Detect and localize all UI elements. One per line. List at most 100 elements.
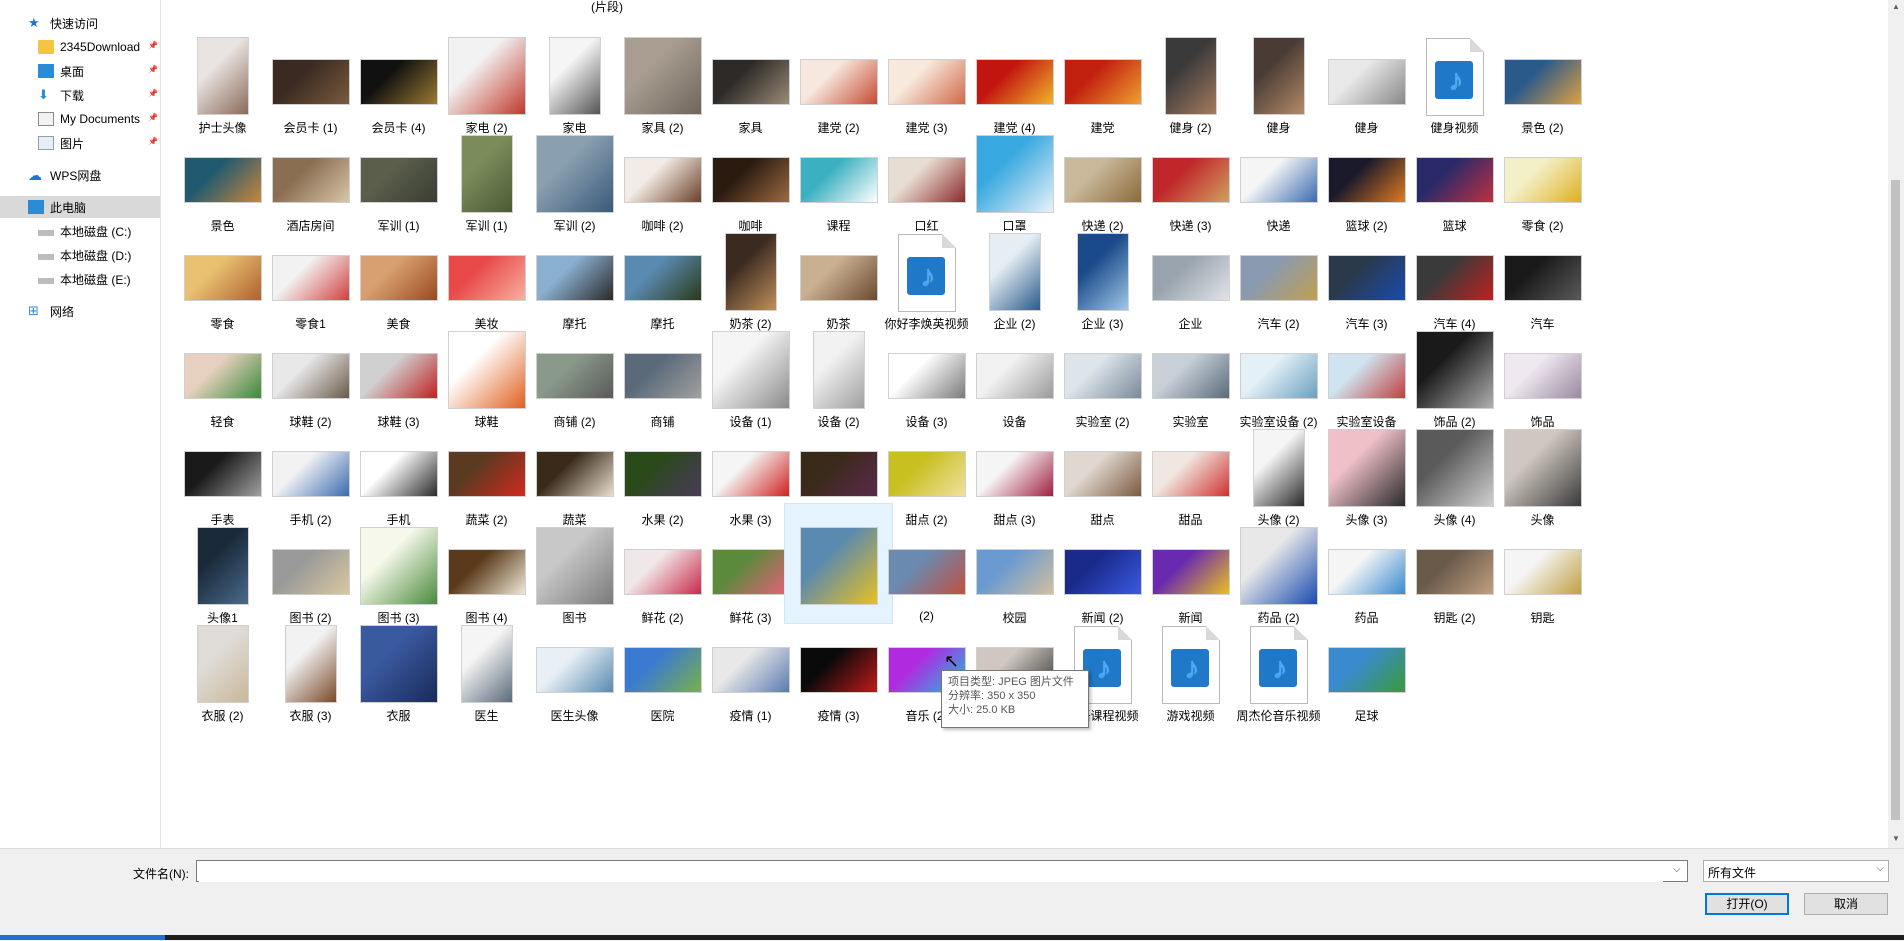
image-thumbnail: [461, 136, 512, 212]
computer-icon: [28, 200, 44, 214]
image-thumbnail: [712, 452, 789, 496]
open-button[interactable]: 打开(O): [1705, 893, 1789, 915]
pin-icon[interactable]: 📌: [148, 90, 158, 98]
tooltip-type: 项目类型: JPEG 图片文件: [948, 676, 1074, 688]
filename-input[interactable]: [199, 862, 1663, 882]
image-thumbnail: [1416, 256, 1493, 300]
image-thumbnail: [1328, 648, 1405, 692]
nav-item-label: 图片: [60, 136, 85, 151]
image-thumbnail: [536, 354, 613, 398]
music-note-icon: ♪: [920, 260, 936, 293]
file-item[interactable]: 足球: [1313, 602, 1420, 723]
image-thumbnail: [1152, 550, 1229, 594]
tooltip-resolution: 分辨率: 350 x 350: [948, 690, 1036, 702]
nav-item-label: 网络: [50, 304, 75, 319]
image-thumbnail: [536, 452, 613, 496]
nav-item-label: 此电脑: [50, 200, 87, 215]
thumbnail-area: [1489, 212, 1596, 312]
nav-item-label: WPS网盘: [50, 168, 102, 183]
nav-item[interactable]: 桌面 📌: [0, 60, 160, 82]
image-thumbnail: [624, 38, 701, 114]
image-thumbnail: [1165, 38, 1216, 114]
pin-icon[interactable]: 📌: [148, 42, 158, 50]
image-thumbnail: [712, 550, 789, 594]
partial-label: (片段): [591, 0, 623, 14]
image-thumbnail: [1416, 430, 1493, 506]
image-thumbnail: [1328, 256, 1405, 300]
pin-icon[interactable]: 📌: [148, 138, 158, 146]
taskbar-edge: [0, 935, 1904, 940]
filename-combobox[interactable]: ⌵: [196, 860, 1688, 882]
nav-item[interactable]: 本地磁盘 (C:): [0, 220, 160, 242]
nav-item-label: 本地磁盘 (E:): [60, 272, 131, 287]
image-thumbnail: [1064, 452, 1141, 496]
scrollbar-thumb[interactable]: [1891, 180, 1900, 820]
navigation-pane[interactable]: ★ 快速访问 2345Download 📌 桌面 📌 ⬇ 下载 📌 My Documents 📌 图片…: [0, 0, 161, 848]
pin-icon[interactable]: 📌: [148, 66, 158, 74]
image-thumbnail: [800, 158, 877, 202]
image-thumbnail: [360, 60, 437, 104]
nav-item[interactable]: 本地磁盘 (D:): [0, 244, 160, 266]
image-thumbnail: [888, 452, 965, 496]
cancel-button[interactable]: 取消: [1804, 893, 1888, 915]
chevron-down-icon[interactable]: ⌵: [1876, 863, 1884, 874]
nav-item[interactable]: 此电脑: [0, 196, 160, 218]
thumbnail-area: [1489, 408, 1596, 508]
video-file-icon: ♪: [897, 234, 956, 312]
image-thumbnail: [624, 158, 701, 202]
nav-item[interactable]: 图片 📌: [0, 132, 160, 154]
image-thumbnail: [536, 256, 613, 300]
nav-item[interactable]: 2345Download 📌: [0, 36, 160, 58]
file-item[interactable]: 钥匙: [1489, 504, 1596, 625]
image-thumbnail: [360, 452, 437, 496]
image-thumbnail: [536, 528, 613, 604]
image-thumbnail: [1064, 354, 1141, 398]
image-thumbnail: [197, 38, 248, 114]
image-thumbnail: [184, 354, 261, 398]
image-thumbnail: [976, 136, 1053, 212]
nav-item[interactable]: ★ 快速访问: [0, 12, 160, 34]
thumbnail-area: [1313, 604, 1420, 704]
nav-item[interactable]: ☁ WPS网盘: [0, 164, 160, 186]
thumbnail-area: [1489, 114, 1596, 214]
mouse-cursor-icon: ↖: [944, 651, 960, 671]
image-thumbnail: [800, 60, 877, 104]
folder-icon: [38, 40, 54, 54]
nav-item-label: 2345Download: [60, 40, 141, 54]
vertical-scrollbar[interactable]: ▲ ▼: [1888, 0, 1904, 848]
image-thumbnail: [888, 354, 965, 398]
pin-icon[interactable]: 📌: [148, 114, 158, 122]
download-icon: ⬇: [38, 87, 49, 102]
desktop-icon: [38, 64, 54, 78]
image-thumbnail: [800, 648, 877, 692]
nav-item[interactable]: ⊞ 网络: [0, 300, 160, 322]
star-icon: ★: [28, 15, 40, 30]
scroll-down-icon[interactable]: ▼: [1892, 834, 1900, 843]
dialog-footer: 文件名(N): ⌵ 所有文件 ⌵ 打开(O) 取消: [0, 848, 1904, 941]
image-thumbnail: [725, 234, 776, 310]
scroll-up-icon[interactable]: ▲: [1892, 2, 1900, 11]
image-thumbnail: [448, 550, 525, 594]
chevron-down-icon[interactable]: ⌵: [1673, 864, 1685, 878]
image-thumbnail: [1240, 158, 1317, 202]
image-thumbnail: [1064, 158, 1141, 202]
image-thumbnail: [813, 332, 864, 408]
image-thumbnail: [536, 136, 613, 212]
filetype-select[interactable]: 所有文件 ⌵: [1703, 860, 1889, 882]
image-thumbnail: [1240, 256, 1317, 300]
image-thumbnail: [712, 60, 789, 104]
nav-item[interactable]: 本地磁盘 (E:): [0, 268, 160, 290]
image-thumbnail: [976, 452, 1053, 496]
nav-item[interactable]: ⬇ 下载 📌: [0, 84, 160, 106]
image-thumbnail: [1416, 332, 1493, 408]
nav-item[interactable]: My Documents 📌: [0, 108, 160, 130]
file-tooltip: 项目类型: JPEG 图片文件 分辨率: 350 x 350 大小: 25.0 …: [941, 670, 1089, 728]
nav-item-label: 桌面: [60, 64, 85, 79]
image-thumbnail: [184, 158, 261, 202]
nav-item-label: My Documents: [60, 112, 141, 126]
image-thumbnail: [272, 354, 349, 398]
image-thumbnail: [1504, 550, 1581, 594]
image-thumbnail: [360, 158, 437, 202]
image-thumbnail: [1240, 528, 1317, 604]
tooltip-size: 大小: 25.0 KB: [948, 704, 1016, 716]
